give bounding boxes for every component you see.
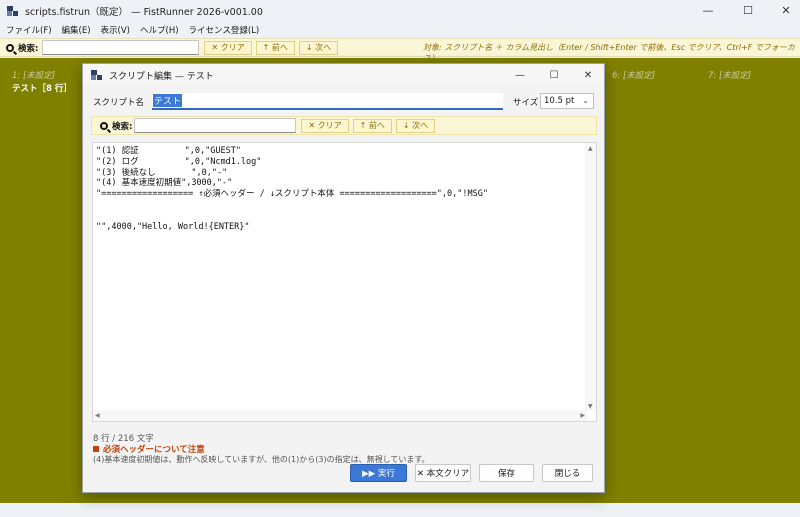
search-label: 検索: — [6, 42, 38, 54]
window-title: scripts.fistrun（既定） — FistRunner 2026-v0… — [25, 6, 263, 18]
search-icon — [100, 121, 108, 130]
vertical-scrollbar[interactable]: ▲ ▼ — [585, 143, 596, 411]
dialog-search-next-button[interactable]: ↓ 次へ — [395, 118, 436, 133]
warning-icon — [93, 446, 99, 452]
dialog-titlebar: スクリプト編集 — テスト — ☐ ✕ — [83, 64, 604, 86]
maximize-button[interactable]: ☐ — [728, 0, 768, 21]
script-editor[interactable]: "(1) 認証 ",0,"GUEST" "(2) ログ ",0,"Ncmd1.l… — [92, 142, 597, 422]
horizontal-scrollbar[interactable]: ◀ ▶ — [93, 410, 587, 421]
close-button[interactable]: ✕ — [766, 0, 800, 21]
script-name-input[interactable]: テスト — [152, 93, 503, 110]
menu-edit[interactable]: 編集(E) — [62, 24, 91, 36]
dialog-search-prev-button[interactable]: ↑ 前へ — [352, 118, 392, 133]
chevron-down-icon: ⌄ — [582, 96, 589, 105]
dialog-app-icon — [91, 70, 103, 80]
menu-file[interactable]: ファイル(F) — [6, 24, 52, 36]
dialog-search-label: 検索: — [100, 120, 132, 132]
run-button[interactable]: ▶▶ 実行 — [350, 464, 407, 482]
dialog-search-clear-button[interactable]: ✕ クリア — [301, 118, 349, 133]
search-input[interactable] — [42, 40, 200, 55]
status-bar — [0, 503, 800, 517]
slot-7[interactable]: 7: [未設定] — [708, 69, 751, 81]
minimize-button[interactable]: — — [688, 0, 728, 21]
dialog-close-action-button[interactable]: 閉じる — [542, 464, 593, 482]
search-clear-button[interactable]: ✕ クリア — [204, 40, 252, 55]
scroll-right-icon[interactable]: ▶ — [580, 412, 585, 419]
menu-help[interactable]: ヘルプ(H) — [140, 24, 179, 36]
dialog-maximize-button[interactable]: ☐ — [537, 64, 571, 86]
search-icon — [6, 43, 14, 52]
menu-view[interactable]: 表示(V) — [101, 24, 130, 36]
clear-body-button[interactable]: ✕ 本文クリア — [415, 464, 471, 482]
main-titlebar: scripts.fistrun（既定） — FistRunner 2026-v0… — [0, 0, 800, 21]
scroll-left-icon[interactable]: ◀ — [95, 412, 100, 419]
script-code[interactable]: "(1) 認証 ",0,"GUEST" "(2) ログ ",0,"Ncmd1.l… — [96, 146, 488, 232]
search-next-button[interactable]: ↓ 次へ — [298, 40, 339, 55]
search-prev-button[interactable]: ↑ 前へ — [255, 40, 295, 55]
script-name-row: スクリプト名 テスト サイズ 10.5 pt ⌄ — [83, 92, 604, 112]
dialog-minimize-button[interactable]: — — [503, 64, 537, 86]
script-edit-dialog: スクリプト編集 — テスト — ☐ ✕ スクリプト名 テスト サイズ 10.5 … — [82, 63, 605, 493]
script-name-label: スクリプト名 — [93, 98, 145, 108]
main-search-bar: 検索: ✕ クリア ↑ 前へ ↓ 次へ 対象: スクリプト名 ＋ カラム見出し（… — [0, 38, 800, 63]
app-icon — [7, 5, 19, 16]
dialog-title: スクリプト編集 — テスト — [109, 71, 214, 82]
save-button[interactable]: 保存 — [479, 464, 534, 482]
scroll-down-icon[interactable]: ▼ — [588, 403, 593, 410]
size-label: サイズ — [513, 98, 539, 108]
slot-6[interactable]: 6: [未設定] — [612, 69, 655, 81]
slot-active[interactable]: テスト［8 行］ — [12, 82, 72, 94]
menu-license[interactable]: ライセンス登録(L) — [189, 24, 260, 36]
dialog-close-button[interactable]: ✕ — [571, 64, 605, 86]
slot-1[interactable]: 1: [未設定] — [12, 69, 55, 81]
menu-bar: ファイル(F) 編集(E) 表示(V) ヘルプ(H) ライセンス登録(L) — [0, 21, 800, 38]
size-select[interactable]: 10.5 pt ⌄ — [540, 93, 594, 109]
dialog-search-bar: 検索: ✕ クリア ↑ 前へ ↓ 次へ — [91, 116, 597, 135]
dialog-search-input[interactable] — [134, 118, 297, 133]
scroll-up-icon[interactable]: ▲ — [588, 145, 593, 152]
